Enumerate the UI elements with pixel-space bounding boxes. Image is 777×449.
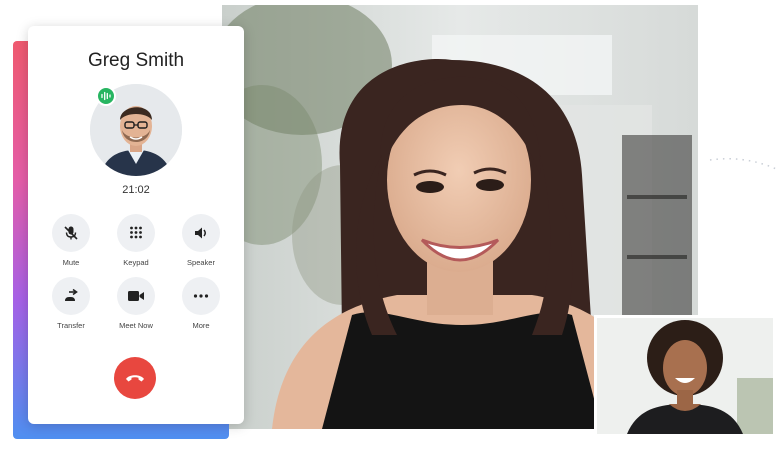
audio-wave-icon [96, 86, 116, 106]
call-duration: 21:02 [122, 184, 150, 196]
meet-now-button[interactable] [117, 277, 155, 315]
mute-control[interactable]: Mute [41, 214, 101, 267]
transfer-icon [65, 288, 78, 301]
caller-avatar-container [90, 84, 182, 176]
mute-button[interactable] [52, 214, 90, 252]
more-control[interactable]: More [171, 277, 231, 330]
keypad-icon [130, 226, 142, 239]
speaker-label: Speaker [187, 258, 215, 267]
speaker-control[interactable]: Speaker [171, 214, 231, 267]
call-panel: Greg Smith 21:02 Mute Keypad Speaker Tra… [28, 26, 244, 424]
caller-name: Greg Smith [87, 50, 185, 71]
phone-hangup-icon [126, 375, 144, 382]
video-camera-icon [128, 291, 144, 301]
mute-label: Mute [62, 258, 80, 267]
keypad-button[interactable] [117, 214, 155, 252]
transfer-control[interactable]: Transfer [41, 277, 101, 330]
transfer-label: Transfer [57, 321, 85, 330]
more-label: More [192, 321, 210, 330]
self-view-video[interactable] [594, 315, 776, 437]
end-call-button[interactable] [114, 357, 156, 399]
muted-microphone-icon [64, 226, 78, 240]
more-button[interactable] [182, 277, 220, 315]
speaker-button[interactable] [182, 214, 220, 252]
keypad-control[interactable]: Keypad [106, 214, 166, 267]
more-dots-icon [193, 294, 209, 298]
speaker-icon [195, 227, 206, 239]
keypad-label: Keypad [123, 258, 149, 267]
meet-now-label: Meet Now [119, 321, 153, 330]
transfer-button[interactable] [52, 277, 90, 315]
video-call-stage: Greg Smith 21:02 Mute Keypad Speaker Tra… [0, 0, 777, 449]
meet-now-control[interactable]: Meet Now [106, 277, 166, 330]
